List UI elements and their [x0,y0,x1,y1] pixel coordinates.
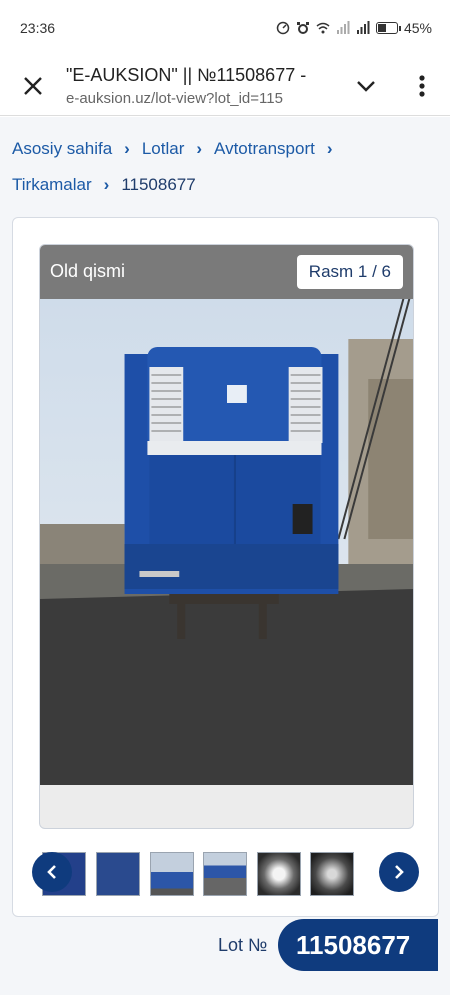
photo-counter: Rasm 1 / 6 [296,255,403,289]
close-button[interactable] [0,56,66,116]
battery-percent: 45% [403,20,432,36]
url-display[interactable]: "E-AUKSION" || №11508677 - e-auksion.uz/… [66,65,338,107]
page-url: e-auksion.uz/lot-view?lot_id=115 [66,89,283,107]
thumbnail-strip [0,846,450,896]
chevron-right-icon: › [124,139,130,158]
breadcrumb-trailers[interactable]: Tirkamalar [12,175,92,194]
browser-toolbar: "E-AUKSION" || №11508677 - e-auksion.uz/… [0,56,450,116]
chevron-right-icon: › [196,139,203,158]
lot-number-badge: 11508677 [278,919,438,971]
status-icons: 45% [276,20,432,36]
chevron-left-icon [47,865,56,879]
breadcrumb-vehicles[interactable]: Avtotransport [214,139,315,158]
photo-caption: Old qismi [50,261,126,281]
status-time: 23:36 [20,20,56,36]
next-photo-button[interactable] [379,852,419,892]
signal-icon [356,21,370,34]
page-content: Asosiy sahifa › Lotlar › Avtotransport › Tirka… [0,117,450,995]
more-vertical-icon [419,74,425,97]
lot-number-row: Lot № 11508677 [0,917,450,973]
lot-card: Old qismi Rasm 1 / 6 [12,217,439,917]
thumbnail-4[interactable] [203,852,247,896]
chevron-right-icon: › [103,175,110,194]
page-title: "E-AUKSION" || №11508677 - [66,64,307,85]
more-options-button[interactable] [394,56,450,116]
chevron-right-icon: › [326,139,333,158]
thumbnail-2[interactable] [96,852,140,896]
expand-button[interactable] [338,56,394,116]
wifi-icon [316,22,330,34]
thumbnail-5[interactable] [257,852,301,896]
breadcrumb-current: 11508677 [121,175,196,194]
photo-gallery[interactable]: Old qismi Rasm 1 / 6 [39,244,414,829]
close-icon [24,76,42,95]
chevron-down-icon [357,80,375,92]
thumbnail-6[interactable] [310,852,354,896]
gallery-header: Old qismi Rasm 1 / 6 [40,245,413,299]
breadcrumb-lots[interactable]: Lotlar [142,139,185,158]
alarm-icon [296,22,309,34]
status-bar: 23:36 45% [0,0,450,56]
signal-icon [336,21,350,34]
battery-icon [375,22,401,34]
breadcrumb: Asosiy sahifa › Lotlar › Avtotransport › Tirka… [12,131,438,203]
prev-photo-button[interactable] [32,852,72,892]
thumbnail-3[interactable] [150,852,194,896]
trailer-photo[interactable] [40,299,413,785]
breadcrumb-home[interactable]: Asosiy sahifa [12,139,112,158]
lot-label: Lot № [218,935,268,955]
speed-icon [276,21,290,35]
chevron-right-icon [395,865,404,879]
